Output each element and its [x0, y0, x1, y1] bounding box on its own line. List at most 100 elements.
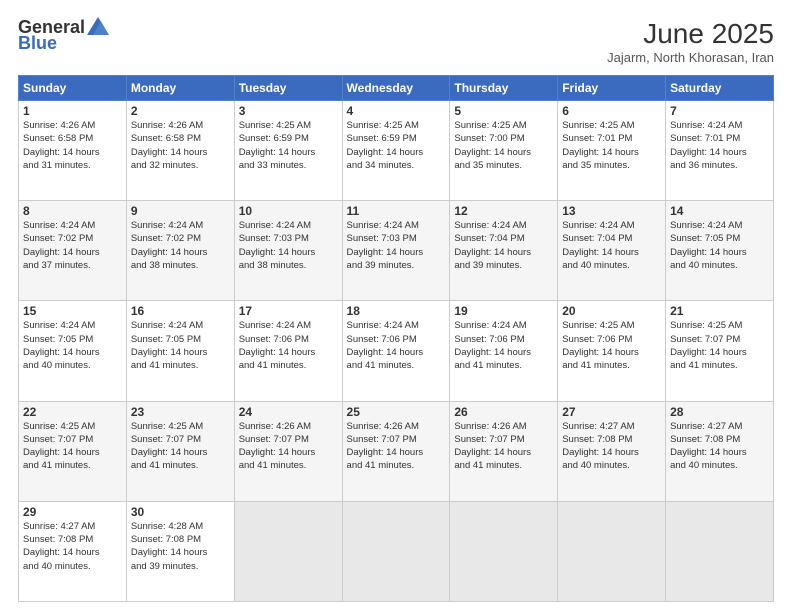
- day-number: 28: [670, 405, 769, 419]
- month-year: June 2025: [607, 18, 774, 50]
- day-info: Sunrise: 4:25 AMSunset: 7:07 PMDaylight:…: [131, 420, 230, 473]
- day-info: Sunrise: 4:26 AMSunset: 6:58 PMDaylight:…: [23, 119, 122, 172]
- calendar-day-17: 17Sunrise: 4:24 AMSunset: 7:06 PMDayligh…: [234, 301, 342, 401]
- logo-blue-text: Blue: [18, 34, 57, 52]
- calendar-day-21: 21Sunrise: 4:25 AMSunset: 7:07 PMDayligh…: [666, 301, 774, 401]
- day-number: 12: [454, 204, 553, 218]
- day-number: 5: [454, 104, 553, 118]
- calendar-day-24: 24Sunrise: 4:26 AMSunset: 7:07 PMDayligh…: [234, 401, 342, 501]
- calendar-day-25: 25Sunrise: 4:26 AMSunset: 7:07 PMDayligh…: [342, 401, 450, 501]
- day-number: 25: [347, 405, 446, 419]
- day-info: Sunrise: 4:24 AMSunset: 7:05 PMDaylight:…: [23, 319, 122, 372]
- page: General Blue June 2025 Jajarm, North Kho…: [0, 0, 792, 612]
- weekday-header-saturday: Saturday: [666, 76, 774, 101]
- day-info: Sunrise: 4:25 AMSunset: 7:00 PMDaylight:…: [454, 119, 553, 172]
- day-info: Sunrise: 4:24 AMSunset: 7:05 PMDaylight:…: [670, 219, 769, 272]
- day-number: 26: [454, 405, 553, 419]
- day-info: Sunrise: 4:24 AMSunset: 7:04 PMDaylight:…: [454, 219, 553, 272]
- calendar-week-3: 15Sunrise: 4:24 AMSunset: 7:05 PMDayligh…: [19, 301, 774, 401]
- day-number: 27: [562, 405, 661, 419]
- calendar-day-22: 22Sunrise: 4:25 AMSunset: 7:07 PMDayligh…: [19, 401, 127, 501]
- weekday-header-friday: Friday: [558, 76, 666, 101]
- calendar-day-empty: [558, 501, 666, 601]
- day-number: 10: [239, 204, 338, 218]
- day-info: Sunrise: 4:25 AMSunset: 7:01 PMDaylight:…: [562, 119, 661, 172]
- calendar-day-13: 13Sunrise: 4:24 AMSunset: 7:04 PMDayligh…: [558, 201, 666, 301]
- day-number: 29: [23, 505, 122, 519]
- day-number: 11: [347, 204, 446, 218]
- day-info: Sunrise: 4:24 AMSunset: 7:02 PMDaylight:…: [131, 219, 230, 272]
- day-info: Sunrise: 4:28 AMSunset: 7:08 PMDaylight:…: [131, 520, 230, 573]
- header: General Blue June 2025 Jajarm, North Kho…: [18, 18, 774, 65]
- location: Jajarm, North Khorasan, Iran: [607, 50, 774, 65]
- calendar-week-2: 8Sunrise: 4:24 AMSunset: 7:02 PMDaylight…: [19, 201, 774, 301]
- day-number: 17: [239, 304, 338, 318]
- day-info: Sunrise: 4:24 AMSunset: 7:02 PMDaylight:…: [23, 219, 122, 272]
- weekday-header-monday: Monday: [126, 76, 234, 101]
- day-number: 16: [131, 304, 230, 318]
- day-number: 15: [23, 304, 122, 318]
- day-info: Sunrise: 4:25 AMSunset: 6:59 PMDaylight:…: [239, 119, 338, 172]
- calendar-day-29: 29Sunrise: 4:27 AMSunset: 7:08 PMDayligh…: [19, 501, 127, 601]
- calendar-day-18: 18Sunrise: 4:24 AMSunset: 7:06 PMDayligh…: [342, 301, 450, 401]
- calendar-day-6: 6Sunrise: 4:25 AMSunset: 7:01 PMDaylight…: [558, 101, 666, 201]
- day-info: Sunrise: 4:24 AMSunset: 7:06 PMDaylight:…: [239, 319, 338, 372]
- calendar-day-10: 10Sunrise: 4:24 AMSunset: 7:03 PMDayligh…: [234, 201, 342, 301]
- day-number: 3: [239, 104, 338, 118]
- day-number: 19: [454, 304, 553, 318]
- calendar-day-empty: [234, 501, 342, 601]
- day-info: Sunrise: 4:24 AMSunset: 7:05 PMDaylight:…: [131, 319, 230, 372]
- calendar-day-1: 1Sunrise: 4:26 AMSunset: 6:58 PMDaylight…: [19, 101, 127, 201]
- day-number: 4: [347, 104, 446, 118]
- weekday-header-tuesday: Tuesday: [234, 76, 342, 101]
- calendar-table: SundayMondayTuesdayWednesdayThursdayFrid…: [18, 75, 774, 602]
- day-info: Sunrise: 4:26 AMSunset: 6:58 PMDaylight:…: [131, 119, 230, 172]
- day-info: Sunrise: 4:24 AMSunset: 7:01 PMDaylight:…: [670, 119, 769, 172]
- day-info: Sunrise: 4:24 AMSunset: 7:04 PMDaylight:…: [562, 219, 661, 272]
- calendar-day-12: 12Sunrise: 4:24 AMSunset: 7:04 PMDayligh…: [450, 201, 558, 301]
- calendar-day-2: 2Sunrise: 4:26 AMSunset: 6:58 PMDaylight…: [126, 101, 234, 201]
- calendar-day-30: 30Sunrise: 4:28 AMSunset: 7:08 PMDayligh…: [126, 501, 234, 601]
- calendar-day-14: 14Sunrise: 4:24 AMSunset: 7:05 PMDayligh…: [666, 201, 774, 301]
- weekday-header-sunday: Sunday: [19, 76, 127, 101]
- day-info: Sunrise: 4:24 AMSunset: 7:06 PMDaylight:…: [454, 319, 553, 372]
- day-number: 9: [131, 204, 230, 218]
- title-block: June 2025 Jajarm, North Khorasan, Iran: [607, 18, 774, 65]
- day-number: 24: [239, 405, 338, 419]
- day-number: 1: [23, 104, 122, 118]
- day-number: 23: [131, 405, 230, 419]
- day-info: Sunrise: 4:27 AMSunset: 7:08 PMDaylight:…: [562, 420, 661, 473]
- calendar-day-4: 4Sunrise: 4:25 AMSunset: 6:59 PMDaylight…: [342, 101, 450, 201]
- day-number: 18: [347, 304, 446, 318]
- day-info: Sunrise: 4:24 AMSunset: 7:03 PMDaylight:…: [347, 219, 446, 272]
- calendar-day-empty: [342, 501, 450, 601]
- calendar-day-15: 15Sunrise: 4:24 AMSunset: 7:05 PMDayligh…: [19, 301, 127, 401]
- calendar-day-11: 11Sunrise: 4:24 AMSunset: 7:03 PMDayligh…: [342, 201, 450, 301]
- day-info: Sunrise: 4:24 AMSunset: 7:03 PMDaylight:…: [239, 219, 338, 272]
- calendar-day-26: 26Sunrise: 4:26 AMSunset: 7:07 PMDayligh…: [450, 401, 558, 501]
- calendar-day-27: 27Sunrise: 4:27 AMSunset: 7:08 PMDayligh…: [558, 401, 666, 501]
- calendar-day-8: 8Sunrise: 4:24 AMSunset: 7:02 PMDaylight…: [19, 201, 127, 301]
- day-info: Sunrise: 4:25 AMSunset: 7:06 PMDaylight:…: [562, 319, 661, 372]
- day-number: 22: [23, 405, 122, 419]
- day-info: Sunrise: 4:26 AMSunset: 7:07 PMDaylight:…: [239, 420, 338, 473]
- day-info: Sunrise: 4:24 AMSunset: 7:06 PMDaylight:…: [347, 319, 446, 372]
- calendar-day-5: 5Sunrise: 4:25 AMSunset: 7:00 PMDaylight…: [450, 101, 558, 201]
- day-info: Sunrise: 4:26 AMSunset: 7:07 PMDaylight:…: [347, 420, 446, 473]
- day-number: 6: [562, 104, 661, 118]
- day-info: Sunrise: 4:27 AMSunset: 7:08 PMDaylight:…: [23, 520, 122, 573]
- day-info: Sunrise: 4:25 AMSunset: 7:07 PMDaylight:…: [670, 319, 769, 372]
- calendar-day-20: 20Sunrise: 4:25 AMSunset: 7:06 PMDayligh…: [558, 301, 666, 401]
- calendar-day-9: 9Sunrise: 4:24 AMSunset: 7:02 PMDaylight…: [126, 201, 234, 301]
- day-number: 14: [670, 204, 769, 218]
- day-number: 13: [562, 204, 661, 218]
- day-info: Sunrise: 4:26 AMSunset: 7:07 PMDaylight:…: [454, 420, 553, 473]
- calendar-week-1: 1Sunrise: 4:26 AMSunset: 6:58 PMDaylight…: [19, 101, 774, 201]
- day-number: 7: [670, 104, 769, 118]
- day-info: Sunrise: 4:25 AMSunset: 7:07 PMDaylight:…: [23, 420, 122, 473]
- calendar-header-row: SundayMondayTuesdayWednesdayThursdayFrid…: [19, 76, 774, 101]
- day-number: 2: [131, 104, 230, 118]
- calendar-day-16: 16Sunrise: 4:24 AMSunset: 7:05 PMDayligh…: [126, 301, 234, 401]
- calendar-day-19: 19Sunrise: 4:24 AMSunset: 7:06 PMDayligh…: [450, 301, 558, 401]
- day-number: 20: [562, 304, 661, 318]
